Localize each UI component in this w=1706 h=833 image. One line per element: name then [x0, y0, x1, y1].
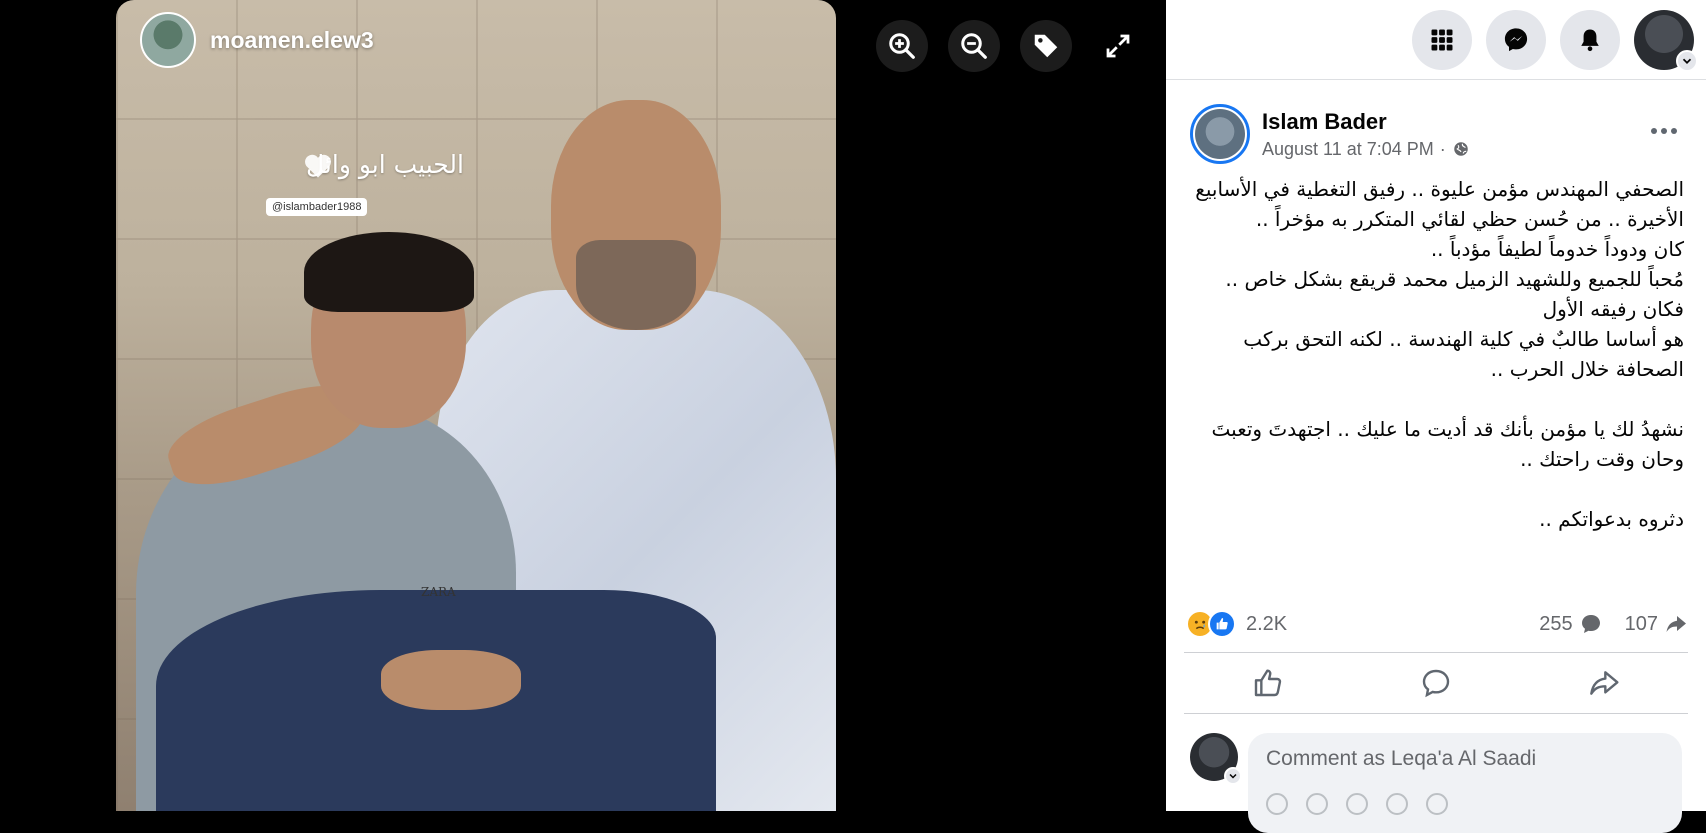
photo-username: moamen.elew3: [210, 26, 374, 53]
menu-grid-icon: [1431, 29, 1453, 50]
top-navigation: [1166, 0, 1706, 80]
post-panel: Islam Bader August 11 at 7:04 PM · الصحف…: [1166, 0, 1706, 833]
photo-user: moamen.elew3: [140, 12, 374, 68]
comment-button[interactable]: [1366, 659, 1506, 707]
post-photo[interactable]: ZARA moamen.elew3 الحبيب ابو وائل @islam…: [116, 0, 836, 811]
gif-icon[interactable]: [1386, 793, 1408, 815]
author-name[interactable]: Islam Bader: [1262, 109, 1470, 135]
photo-figure: [381, 650, 521, 710]
share-arrow-icon: [1666, 616, 1686, 632]
zoom-out-button[interactable]: [948, 20, 1000, 72]
photo-user-avatar: [140, 12, 196, 68]
commenter-avatar[interactable]: [1190, 733, 1242, 785]
meta-separator: ·: [1439, 138, 1446, 159]
divider: [1184, 713, 1688, 714]
reactions-count: 2.2K: [1246, 612, 1288, 635]
menu-button[interactable]: [1412, 9, 1472, 70]
post-header: Islam Bader August 11 at 7:04 PM ·: [1190, 104, 1470, 164]
post-stats: 2.2K 255 107: [1186, 606, 1688, 642]
comment-input[interactable]: Comment as Leqa'a Al Saadi: [1248, 733, 1682, 833]
tag-icon: [1034, 34, 1058, 58]
chevron-down-icon: [1229, 773, 1237, 779]
reactions-summary[interactable]: 2.2K: [1186, 610, 1287, 638]
zoom-out-icon: [961, 33, 987, 59]
globe-icon: [1454, 142, 1468, 156]
comment-composer: Comment as Leqa'a Al Saadi: [1190, 733, 1682, 833]
post-actions: [1184, 653, 1688, 713]
account-menu-chevron[interactable]: [1676, 49, 1698, 72]
share-icon: [1590, 671, 1619, 695]
post-timestamp[interactable]: August 11 at 7:04 PM: [1262, 139, 1434, 160]
photo-viewer: ZARA moamen.elew3 الحبيب ابو وائل @islam…: [0, 0, 1166, 811]
shirt-brand: ZARA: [421, 585, 456, 599]
fullscreen-button[interactable]: [1092, 20, 1144, 72]
post-meta: August 11 at 7:04 PM ·: [1262, 139, 1470, 160]
author-avatar[interactable]: [1190, 104, 1250, 164]
like-reaction-icon: [1208, 610, 1236, 638]
notifications-icon: [1581, 29, 1599, 51]
commenter-menu-chevron[interactable]: [1224, 767, 1242, 785]
messenger-button[interactable]: [1486, 9, 1546, 70]
emoji-icon[interactable]: [1306, 793, 1328, 815]
photo-watermark: @islambader1988: [266, 198, 368, 216]
camera-icon[interactable]: [1346, 793, 1368, 815]
share-button[interactable]: [1534, 659, 1674, 707]
account-avatar[interactable]: [1634, 9, 1698, 72]
zoom-in-icon: [889, 33, 915, 59]
post-text: الصحفي المهندس مؤمن عليوة .. رفيق التغطي…: [1195, 177, 1684, 531]
sticker-icon[interactable]: [1426, 793, 1448, 815]
fullscreen-icon: [1106, 34, 1130, 58]
like-icon: [1254, 669, 1282, 697]
notifications-button[interactable]: [1560, 9, 1620, 70]
comment-icon: [1422, 669, 1450, 698]
comments-count-value: 255: [1539, 612, 1573, 635]
shares-count-value: 107: [1624, 612, 1658, 635]
heart-icon: [305, 154, 331, 178]
photo-figure: [304, 232, 474, 312]
avatar-sticker-icon[interactable]: [1266, 793, 1288, 815]
comment-bubble-icon: [1581, 615, 1600, 633]
zoom-in-button[interactable]: [876, 20, 928, 72]
like-button[interactable]: [1198, 659, 1338, 707]
comments-count[interactable]: 255: [1539, 612, 1602, 636]
viewer-toolbar: [876, 20, 1144, 72]
shares-count[interactable]: 107: [1625, 612, 1688, 636]
messenger-icon: [1504, 27, 1528, 51]
comment-tools: [1266, 793, 1664, 815]
photo-figure: [576, 240, 696, 330]
tag-photo-button[interactable]: [1020, 20, 1072, 72]
engagement-counts: 255 107: [1539, 612, 1688, 636]
chevron-down-icon: [1682, 58, 1692, 64]
comment-placeholder: Comment as Leqa'a Al Saadi: [1266, 747, 1537, 770]
post-options-button[interactable]: [1644, 116, 1684, 146]
